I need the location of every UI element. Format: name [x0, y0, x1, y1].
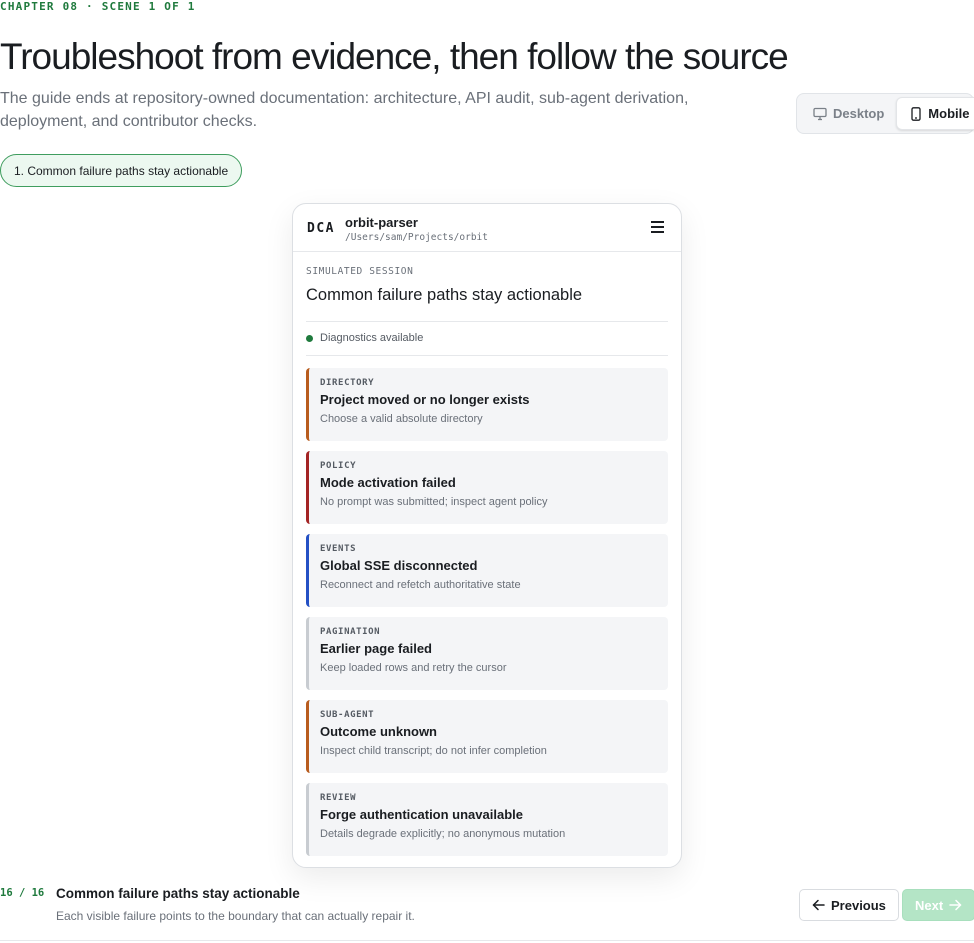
- failure-description: Choose a valid absolute directory: [320, 413, 483, 425]
- failure-description: Reconnect and refetch authoritative stat…: [320, 579, 521, 591]
- status-dot-icon: [306, 334, 313, 342]
- arrow-right-icon: [949, 899, 962, 911]
- desktop-view-button[interactable]: Desktop: [800, 97, 894, 130]
- chapter-label: CHAPTER 08 · SCENE 1 OF 1: [0, 0, 196, 13]
- failure-card[interactable]: EVENTS Global SSE disconnected Reconnect…: [306, 534, 668, 607]
- step-counter: 16 / 16: [0, 887, 45, 899]
- divider: [306, 355, 668, 356]
- failure-description: No prompt was submitted; inspect agent p…: [320, 496, 548, 508]
- session-title: Common failure paths stay actionable: [306, 286, 583, 304]
- simulated-session-label: SIMULATED SESSION: [306, 266, 414, 277]
- failure-category: EVENTS: [320, 544, 357, 554]
- failure-description: Details degrade explicitly; no anonymous…: [320, 828, 566, 840]
- failure-card[interactable]: REVIEW Forge authentication unavailable …: [306, 783, 668, 856]
- failure-title: Global SSE disconnected: [320, 558, 478, 573]
- smartphone-icon: [911, 106, 921, 121]
- failure-card[interactable]: SUB-AGENT Outcome unknown Inspect child …: [306, 700, 668, 773]
- monitor-icon: [813, 107, 827, 120]
- failure-title: Project moved or no longer exists: [320, 392, 530, 407]
- failure-category: REVIEW: [320, 793, 357, 803]
- footer-title: Common failure paths stay actionable: [56, 886, 300, 901]
- page-title: Troubleshoot from evidence, then follow …: [0, 36, 789, 77]
- bottom-divider: [0, 940, 974, 941]
- failure-category: POLICY: [320, 461, 357, 471]
- failure-title: Outcome unknown: [320, 724, 437, 739]
- step-pill[interactable]: 1. Common failure paths stay actionable: [0, 154, 243, 187]
- status-text: Diagnostics available: [320, 332, 424, 344]
- failure-card[interactable]: DIRECTORY Project moved or no longer exi…: [306, 368, 668, 441]
- desktop-view-label: Desktop: [833, 106, 885, 121]
- failure-card[interactable]: POLICY Mode activation failed No prompt …: [306, 451, 668, 524]
- failure-category: SUB-AGENT: [320, 710, 375, 720]
- failure-title: Earlier page failed: [320, 641, 432, 656]
- next-button[interactable]: Next: [902, 889, 974, 921]
- failure-description: Inspect child transcript; do not infer c…: [320, 745, 547, 757]
- view-toggle: Desktop Mobile: [796, 93, 974, 134]
- diagnostics-status: Diagnostics available: [306, 332, 423, 344]
- arrow-left-icon: [812, 899, 825, 911]
- mobile-preview: DCA orbit-parser /Users/sam/Projects/orb…: [292, 203, 682, 868]
- failure-title: Forge authentication unavailable: [320, 807, 523, 822]
- footer-description: Each visible failure points to the bound…: [56, 909, 415, 923]
- failure-title: Mode activation failed: [320, 475, 456, 490]
- project-path: /Users/sam/Projects/orbit: [345, 232, 488, 243]
- previous-button[interactable]: Previous: [799, 889, 899, 921]
- hamburger-icon[interactable]: [649, 218, 667, 236]
- mobile-view-button[interactable]: Mobile: [896, 97, 974, 130]
- app-logo: DCA: [307, 221, 335, 236]
- failure-card[interactable]: PAGINATION Earlier page failed Keep load…: [306, 617, 668, 690]
- failure-card-list: DIRECTORY Project moved or no longer exi…: [306, 368, 668, 866]
- page-subtitle: The guide ends at repository-owned docum…: [0, 90, 689, 130]
- project-name: orbit-parser: [345, 215, 418, 230]
- mobile-view-label: Mobile: [928, 106, 970, 121]
- app-header: DCA orbit-parser /Users/sam/Projects/orb…: [293, 204, 681, 252]
- failure-category: DIRECTORY: [320, 378, 375, 388]
- next-label: Next: [915, 897, 944, 913]
- failure-description: Keep loaded rows and retry the cursor: [320, 662, 507, 674]
- failure-category: PAGINATION: [320, 627, 381, 637]
- previous-label: Previous: [831, 897, 886, 913]
- divider: [306, 321, 668, 322]
